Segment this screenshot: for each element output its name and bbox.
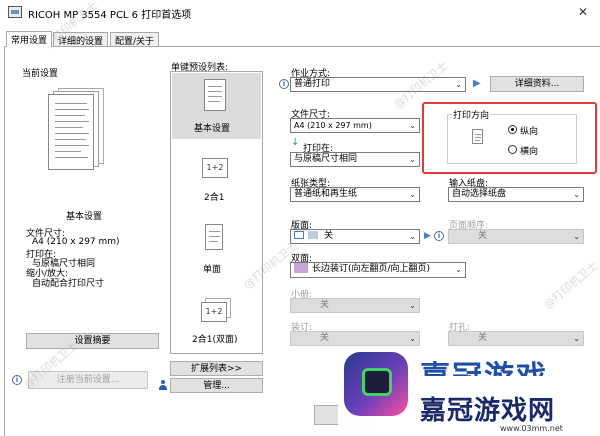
down-arrow-icon: ↓ [291, 137, 300, 148]
booklet-select[interactable]: 关 ⌄ [290, 298, 420, 313]
duplex-value: 长边装订(向左翻页/向上翻页) [312, 264, 431, 274]
print-on-select[interactable]: 与原稿尺寸相同 ⌄ [290, 152, 420, 167]
tab-common-settings[interactable]: 常用设置 [6, 31, 53, 47]
expand-list-button[interactable]: 扩展列表>> [170, 361, 263, 376]
chevron-down-icon: ⌄ [573, 232, 580, 241]
chevron-down-icon: ⌄ [409, 301, 416, 310]
preset-item-basic[interactable]: 基本设置 [172, 73, 261, 139]
paper-type-select[interactable]: 普通纸和再生纸 ⌄ [290, 187, 420, 202]
preset-item-2in1[interactable]: 1+2 2合1 [172, 150, 261, 210]
current-settings-name: 基本设置 [66, 212, 103, 222]
detail-scale-value: 自动配合打印尺寸 [32, 279, 105, 289]
print-on-value: 与原稿尺寸相同 [294, 154, 358, 164]
preset-item-single-sided[interactable]: 单面 [172, 218, 261, 278]
ad-brand-text: 嘉冠游戏网 [420, 396, 556, 426]
settings-summary-button[interactable]: 设置摘要 [26, 333, 159, 349]
punch-value: 关 [478, 333, 488, 343]
job-details-button[interactable]: 详细资料... [490, 76, 584, 92]
single-page-icon [204, 79, 226, 111]
current-settings-heading: 当前设置 [22, 69, 59, 79]
layout-value: 关 [324, 231, 334, 241]
duplex-book-icon [294, 263, 308, 273]
window-title: RICOH MP 3554 PCL 6 打印首选项 [28, 10, 192, 21]
preset-label: 单面 [203, 265, 222, 275]
staple-value: 关 [320, 333, 330, 343]
input-tray-value: 自动选择纸盘 [452, 189, 507, 199]
play-arrow-icon: ▶ [473, 78, 481, 89]
paper-size-value: A4 (210 x 297 mm) [294, 121, 372, 130]
tab-config-about[interactable]: 配置/关于 [110, 32, 160, 47]
preset-label: 基本设置 [194, 124, 231, 134]
preset-item-2in1-duplex[interactable]: 1+2 2合1(双面) [172, 286, 261, 352]
register-current-settings-button[interactable]: 注册当前设置... [28, 371, 148, 389]
chevron-down-icon: ⌄ [409, 155, 416, 164]
chevron-down-icon: ⌄ [409, 334, 416, 343]
chevron-down-icon: ⌄ [409, 121, 416, 130]
page-order-value: 关 [478, 231, 488, 241]
staple-select[interactable]: 关 ⌄ [290, 331, 420, 346]
single-page-icon [205, 224, 223, 250]
tab-detailed-settings[interactable]: 详细的设置 [53, 32, 109, 47]
two-in-one-duplex-icon: 1+2 [201, 302, 227, 322]
chevron-down-icon: ⌄ [409, 232, 416, 241]
info-icon: i [434, 231, 444, 241]
ad-url: www.03mm.net [500, 424, 563, 433]
duplex-select[interactable]: 长边装订(向左翻页/向上翻页) ⌄ [290, 262, 466, 278]
chevron-down-icon: ⌄ [455, 80, 462, 89]
chevron-down-icon: ⌄ [455, 265, 462, 274]
ad-logo [344, 352, 408, 416]
user-icon [158, 380, 168, 390]
paper-type-value: 普通纸和再生纸 [294, 189, 358, 199]
printer-app-icon [8, 6, 22, 18]
layout-page-icon [294, 231, 304, 239]
punch-select[interactable]: 关 ⌄ [448, 331, 584, 346]
page-order-select[interactable]: 关 ⌄ [448, 229, 584, 244]
info-icon: i [12, 375, 22, 385]
chevron-down-icon: ⌄ [409, 190, 416, 199]
booklet-value: 关 [320, 300, 330, 310]
input-tray-select[interactable]: 自动选择纸盘 ⌄ [448, 187, 584, 202]
document-preview-icon [48, 88, 106, 170]
preset-label: 2合1(双面) [192, 335, 238, 345]
job-type-select[interactable]: 普通打印 ⌄ [290, 77, 466, 92]
chevron-down-icon: ⌄ [573, 334, 580, 343]
paper-size-select[interactable]: A4 (210 x 297 mm) ⌄ [290, 118, 420, 133]
orientation-highlight [422, 102, 597, 174]
detail-paper-size-value: A4 (210 x 297 mm) [32, 237, 120, 247]
layout-select[interactable]: 关 ⌄ [290, 229, 420, 244]
close-icon[interactable]: ✕ [578, 5, 588, 19]
ad-title: 嘉冠游戏 [420, 352, 548, 376]
preset-list: 基本设置 1+2 2合1 单面 1+2 2合1(双面) [170, 71, 263, 354]
two-in-one-icon: 1+2 [202, 158, 228, 178]
manage-button[interactable]: 管理... [170, 378, 263, 393]
info-icon: i [279, 79, 289, 89]
chevron-down-icon: ⌄ [573, 190, 580, 199]
job-type-value: 普通打印 [294, 79, 331, 89]
play-arrow-icon: ▶ [424, 231, 431, 241]
preset-label: 2合1 [204, 193, 225, 203]
